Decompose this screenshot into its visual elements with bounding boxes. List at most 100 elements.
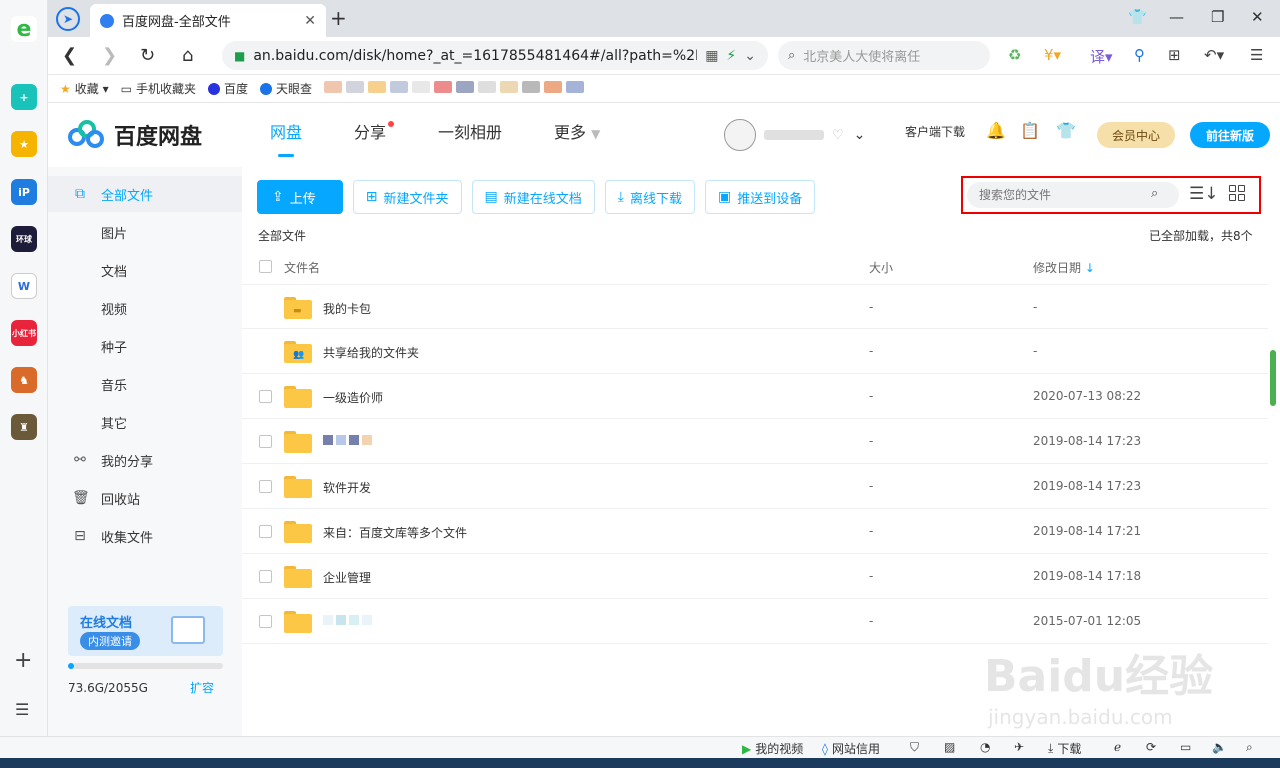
forward-icon[interactable]: ❯ (102, 45, 117, 66)
site-credit-link[interactable]: ◊ 网站信用 (822, 740, 880, 757)
nav-netdisk[interactable]: 网盘 (270, 103, 302, 167)
window-close-icon[interactable]: ✕ (1251, 8, 1264, 26)
sidebar-item-videos[interactable]: 视频 (48, 290, 242, 326)
undo-icon[interactable]: ↶▾ (1204, 46, 1224, 64)
app-game2-icon[interactable]: ♜ (11, 414, 37, 440)
sidebar-item-recycle-bin[interactable]: 🗑 回收站 (48, 480, 242, 516)
row-checkbox[interactable] (259, 615, 272, 628)
wallet-icon[interactable]: ¥▾ (1044, 46, 1061, 64)
url-text[interactable]: an.baidu.com/disk/home?_at_=161785548146… (253, 48, 697, 64)
url-field[interactable]: ■ an.baidu.com/disk/home?_at_=1617855481… (222, 41, 768, 70)
app-game-icon[interactable]: ♞ (11, 367, 37, 393)
sidebar-item-music[interactable]: 音乐 (48, 366, 242, 402)
row-checkbox[interactable] (259, 390, 272, 403)
volume-icon[interactable]: 🔈 (1212, 740, 1227, 754)
skin-icon[interactable]: 👕 (1128, 8, 1147, 26)
app-news-icon[interactable]: 环球 (11, 226, 37, 252)
home-icon[interactable]: ⌂ (182, 45, 193, 66)
sidebar-item-collect-files[interactable]: ⊟ 收集文件 (48, 518, 242, 554)
expand-storage-link[interactable]: 扩容 (190, 679, 214, 696)
translate-icon[interactable]: 译▾ (1090, 46, 1113, 67)
file-search-input[interactable] (967, 182, 1179, 208)
rocket-icon[interactable]: ✈ (1014, 740, 1024, 754)
scrollbar-thumb[interactable] (1270, 350, 1276, 406)
table-row[interactable]: 软件开发 - 2019-08-14 17:23 (242, 464, 1268, 509)
push-to-device-button[interactable]: ▣ 推送到设备 (704, 180, 816, 214)
file-name[interactable]: 一级造价师 (323, 389, 383, 406)
select-all-checkbox[interactable] (259, 260, 272, 273)
column-filename[interactable]: 文件名 (284, 259, 320, 276)
table-row[interactable]: - 2019-08-14 17:23 (242, 419, 1268, 464)
zoom-icon[interactable]: ⌕ (1246, 740, 1253, 755)
table-row[interactable]: 企业管理 - 2019-08-14 17:18 (242, 554, 1268, 599)
file-name[interactable]: 来自：百度文库等多个文件 (323, 524, 467, 541)
app-redbook-icon[interactable]: 小红书 (11, 320, 37, 346)
recycle-icon[interactable]: ♻ (1008, 46, 1021, 64)
bell-icon[interactable]: 🔔 (986, 121, 1006, 140)
column-size[interactable]: 大小 (869, 259, 893, 276)
maximize-icon[interactable]: ❐ (1211, 8, 1224, 26)
nav-album[interactable]: 一刻相册 (438, 103, 502, 167)
file-name-blurred[interactable] (323, 434, 375, 448)
sidebar-item-images[interactable]: 图片 (48, 214, 242, 250)
search-icon[interactable]: ⌕ (1151, 186, 1158, 201)
new-folder-button[interactable]: ⊞ 新建文件夹 (352, 180, 462, 214)
nav-share[interactable]: 分享 (354, 103, 395, 167)
browser-tab[interactable]: 百度网盘-全部文件 ✕ (90, 4, 326, 37)
grid-view-icon[interactable] (1229, 185, 1245, 201)
sort-icon[interactable]: ☰↓ (1189, 184, 1218, 204)
table-row[interactable]: - 2015-07-01 12:05 (242, 599, 1268, 644)
url-dropdown-icon[interactable]: ⌄ (744, 48, 756, 64)
offline-download-button[interactable]: ⤓ 离线下载 (604, 180, 695, 214)
window-icon[interactable]: ▭ (1180, 740, 1191, 754)
app-word-icon[interactable]: W (11, 273, 37, 299)
new-tab-icon[interactable]: + (330, 6, 347, 30)
sidebar-item-docs[interactable]: 文档 (48, 252, 242, 288)
row-checkbox[interactable] (259, 570, 272, 583)
avatar[interactable] (724, 119, 756, 151)
row-checkbox[interactable] (259, 525, 272, 538)
file-name[interactable]: 共享给我的文件夹 (323, 344, 419, 361)
baidu-netdisk-logo[interactable]: 百度网盘 (68, 119, 202, 151)
file-name-blurred[interactable] (323, 614, 375, 628)
file-name[interactable]: 企业管理 (323, 569, 371, 586)
back-icon[interactable]: ❮ (62, 45, 77, 66)
client-download-link[interactable]: 客户端下载 (905, 123, 965, 140)
user-dropdown-icon[interactable]: ⌄ (854, 127, 866, 143)
speed-mode-icon[interactable]: ⚡ (726, 48, 736, 64)
table-row[interactable]: 👥 共享给我的文件夹 - - (242, 329, 1268, 374)
vip-center-button[interactable]: 会员中心 (1097, 122, 1175, 148)
row-checkbox[interactable] (259, 480, 272, 493)
upload-button[interactable]: ⇪ 上传 (257, 180, 343, 214)
browser-search-field[interactable]: ⌕ 北京美人大使将离任 (778, 41, 990, 70)
reload-icon[interactable]: ↻ (140, 45, 155, 66)
qr-icon[interactable]: ▦ (705, 48, 718, 64)
nav-more[interactable]: 更多 ▼ (554, 103, 600, 167)
ie-mode-icon[interactable]: ℯ (1114, 740, 1121, 754)
sync-icon[interactable]: ⟳ (1146, 740, 1156, 754)
speed-icon[interactable]: ◔ (980, 740, 990, 754)
sidebar-item-torrents[interactable]: 种子 (48, 328, 242, 364)
new-online-doc-button[interactable]: ▤ 新建在线文档 (471, 180, 595, 214)
sidebar-item-other[interactable]: 其它 (48, 404, 242, 440)
shirt-icon[interactable]: 👕 (1056, 121, 1076, 140)
find-icon[interactable]: ⚲ (1134, 46, 1145, 64)
browser-menu-icon[interactable]: ☰ (1250, 46, 1263, 64)
table-row[interactable]: ▬ 我的卡包 - - (242, 284, 1268, 329)
bookmark-tianyancha[interactable]: 天眼查 (260, 80, 312, 97)
sidebar-menu-icon[interactable]: ☰ (15, 700, 29, 719)
file-name[interactable]: 软件开发 (323, 479, 371, 496)
minimize-icon[interactable]: — (1169, 8, 1184, 26)
tab-close-icon[interactable]: ✕ (304, 13, 316, 29)
navigation-icon[interactable]: ➤ (56, 7, 80, 31)
browser-logo-icon[interactable]: e (11, 16, 37, 42)
sidebar-item-all-files[interactable]: ⧉ 全部文件 (48, 176, 242, 212)
bookmark-favorites[interactable]: ★ 收藏 ▾ (60, 80, 109, 97)
app-health-icon[interactable]: + (11, 84, 37, 110)
image-icon[interactable]: ▨ (944, 740, 955, 754)
app-favorite-icon[interactable]: ★ (11, 131, 37, 157)
breadcrumb[interactable]: 全部文件 (258, 227, 306, 244)
table-row[interactable]: 一级造价师 - 2020-07-13 08:22 (242, 374, 1268, 419)
column-modified-date[interactable]: 修改日期 ↓ (1033, 259, 1095, 276)
app-ip-icon[interactable]: iP (11, 179, 37, 205)
